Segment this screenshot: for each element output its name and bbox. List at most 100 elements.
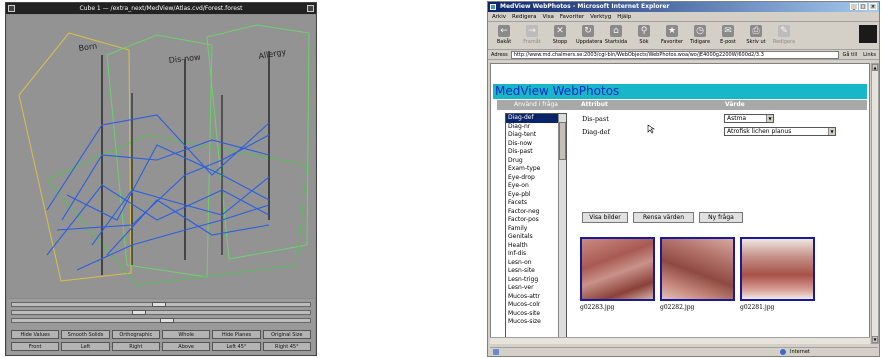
left-view-button[interactable]: Left (61, 342, 110, 351)
scroll-up-icon[interactable]: ▲ (872, 64, 878, 71)
list-item[interactable]: Inf-dis (506, 250, 566, 259)
home-button[interactable]: ⌂ Startsida (604, 24, 628, 47)
hide-values-button[interactable]: Hide Values (11, 330, 60, 339)
whole-button[interactable]: Whole (161, 330, 211, 339)
diag-def-select[interactable]: Atrofisk lichen planus ▼ (724, 127, 836, 136)
attribute-table-header: Attribut Värde (575, 100, 867, 110)
history-icon: ◷ (694, 25, 706, 37)
list-item[interactable]: Lesn-site (506, 267, 566, 276)
toolbar: ← Bakåt → Framåt ✕ Stopp ↻ Uppdatera ⌂ Starts… (488, 22, 879, 50)
list-item[interactable]: Lesn-ver (506, 284, 566, 293)
orthographic-button[interactable]: Orthographic (111, 330, 160, 339)
zoom-slider[interactable] (11, 310, 311, 315)
favorites-button[interactable]: ★ Favoriter (660, 24, 684, 47)
cube-window-titlebar[interactable]: Cube 1 — /extra_next/MedView/Atlas.cvd/F… (6, 3, 316, 14)
depth-slider[interactable] (11, 318, 311, 323)
slider-knob[interactable] (152, 302, 166, 307)
address-input[interactable]: http://www.md.chalmers.se:2003/cgi-bin/W… (510, 50, 840, 59)
menu-favoriter[interactable]: Favoriter (560, 12, 584, 21)
parallel-coordinates-plot[interactable]: Born Dis-now Allergy (7, 15, 315, 298)
list-item[interactable]: Mucos-colr (506, 301, 566, 310)
list-item[interactable]: Facets (506, 199, 566, 208)
front-view-button[interactable]: Front (11, 342, 60, 351)
show-images-button[interactable]: Visa bilder (582, 212, 628, 223)
menu-visa[interactable]: Visa (542, 12, 553, 21)
image-caption[interactable]: g02283.jpg (580, 304, 614, 311)
chevron-down-icon[interactable]: ▼ (766, 115, 773, 122)
list-item[interactable]: Factor-neg (506, 208, 566, 217)
list-item[interactable]: Factor-pos (506, 216, 566, 225)
list-item[interactable]: Diag-nr (506, 123, 566, 132)
new-query-button[interactable]: Ny fråga (699, 212, 743, 223)
photo-thumbnail[interactable] (580, 237, 655, 301)
menu-hjalp[interactable]: Hjälp (617, 12, 631, 21)
page-horizontal-scrollbar[interactable] (490, 337, 870, 344)
refresh-button[interactable]: ↻ Uppdatera (576, 24, 602, 47)
links-button[interactable]: Links (863, 50, 876, 60)
go-button[interactable]: Gå till (842, 50, 857, 60)
browser-titlebar[interactable]: MedView WebPhotos - Microsoft Internet E… (488, 2, 879, 12)
scroll-thumb[interactable] (559, 122, 566, 160)
page-heading: MedView WebPhotos (493, 84, 867, 99)
original-size-button[interactable]: Original Size (262, 330, 311, 339)
value-column-header: Värde (725, 101, 745, 108)
rotation-slider[interactable] (11, 302, 311, 307)
list-item[interactable]: Genitals (506, 233, 566, 242)
image-caption[interactable]: g02282.jpg (660, 304, 694, 311)
close-icon[interactable] (307, 5, 314, 12)
slider-knob[interactable] (160, 318, 174, 323)
list-item[interactable]: Mucos-site (506, 310, 566, 319)
slider-knob[interactable] (132, 310, 146, 315)
cube-canvas[interactable]: Born Dis-now Allergy (7, 15, 315, 298)
edit-button[interactable]: ✎ Redigera (772, 24, 796, 47)
attribute-listbox[interactable]: Diag-def Diag-nr Diag-tent Dis-now Dis-p… (505, 113, 567, 342)
list-item[interactable]: Diag-def (506, 114, 566, 123)
stop-button[interactable]: ✕ Stopp (548, 24, 572, 47)
dis-past-select[interactable]: Astma ▼ (724, 114, 774, 123)
photo-thumbnail[interactable] (660, 237, 735, 301)
forward-button[interactable]: → Framåt (520, 24, 544, 47)
maximize-icon[interactable]: □ (859, 3, 867, 10)
list-item[interactable]: Lesn-on (506, 259, 566, 268)
clear-values-button[interactable]: Rensa värden (633, 212, 694, 223)
list-item[interactable]: Lesn-trigg (506, 276, 566, 285)
right-45-view-button[interactable]: Right 45° (262, 342, 311, 351)
window-menu-icon[interactable] (8, 5, 15, 12)
list-item[interactable]: Mucos-attr (506, 293, 566, 302)
list-item[interactable]: Eye-on (506, 182, 566, 191)
listbox-scrollbar[interactable] (558, 114, 566, 341)
list-item[interactable]: Exam-type (506, 165, 566, 174)
page-vertical-scrollbar[interactable]: ▲ ▼ (871, 63, 879, 344)
minimize-icon[interactable]: _ (850, 3, 858, 10)
list-item[interactable]: Health (506, 242, 566, 251)
list-item[interactable]: Drug (506, 157, 566, 166)
print-button[interactable]: ⎙ Skriv ut (744, 24, 768, 47)
list-item[interactable]: Diag-tent (506, 131, 566, 140)
back-button[interactable]: ← Bakåt (492, 24, 516, 47)
search-button[interactable]: ⚲ Sök (632, 24, 656, 47)
list-item[interactable]: Family (506, 225, 566, 234)
scroll-down-icon[interactable]: ▼ (872, 336, 878, 343)
hide-planes-button[interactable]: Hide Planes (212, 330, 261, 339)
list-item[interactable]: Dis-past (506, 148, 566, 157)
menu-verktyg[interactable]: Verktyg (590, 12, 611, 21)
image-caption[interactable]: g02281.jpg (740, 304, 774, 311)
cube-window-title: Cube 1 — /extra_next/MedView/Atlas.cvd/F… (79, 5, 243, 12)
list-item[interactable]: Eye-drop (506, 174, 566, 183)
mail-button[interactable]: ✉ E-post (716, 24, 740, 47)
menu-arkiv[interactable]: Arkiv (492, 12, 506, 21)
right-view-button[interactable]: Right (111, 342, 160, 351)
menu-redigera[interactable]: Redigera (512, 12, 536, 21)
history-button[interactable]: ◷ Tidigare (688, 24, 712, 47)
close-icon[interactable]: × (869, 3, 877, 10)
list-item[interactable]: Dis-now (506, 140, 566, 149)
left-45-view-button[interactable]: Left 45° (212, 342, 261, 351)
list-item[interactable]: Eye-pbl (506, 191, 566, 200)
list-item[interactable]: Mucos-size (506, 318, 566, 327)
smooth-solids-button[interactable]: Smooth Solids (61, 330, 110, 339)
photo-thumbnail[interactable] (740, 237, 815, 301)
view-button-row: Hide Values Smooth Solids Orthographic W… (11, 330, 311, 339)
above-view-button[interactable]: Above (161, 342, 211, 351)
chevron-down-icon[interactable]: ▼ (828, 128, 835, 135)
refresh-icon: ↻ (582, 25, 594, 37)
